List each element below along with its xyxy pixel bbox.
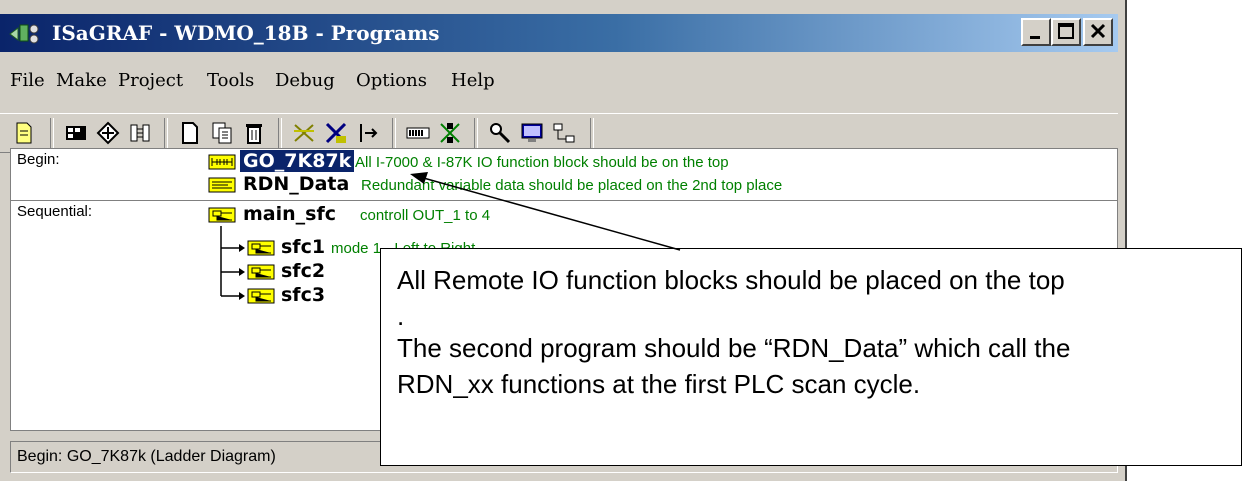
new-program-icon[interactable] [178,121,202,145]
toolbar-separator [278,118,282,150]
window-title: ISaGRAF - WDMO_18B - Programs [52,21,440,45]
delete-icon[interactable] [242,121,266,145]
debug-icon[interactable] [438,121,462,145]
section-sequential-label: Sequential: [17,203,93,220]
maximize-icon [1058,23,1074,39]
callout-line: The second program should be “RDN_Data” … [397,333,1071,363]
toolbar-separator [164,118,168,150]
copy-icon[interactable] [210,121,234,145]
tree-connector-lines [220,226,245,300]
app-icon [9,24,39,44]
maximize-button[interactable] [1051,18,1081,46]
network-icon[interactable] [552,121,576,145]
step-icon[interactable] [356,121,380,145]
sfc-program-icon [208,207,236,223]
st-program-icon [208,177,236,193]
status-text: Begin: GO_7K87k (Ladder Diagram) [17,448,276,465]
section-divider [11,200,1117,201]
dictionary-icon[interactable] [64,121,88,145]
compile-icon[interactable] [292,121,316,145]
callout-line: . [397,301,405,331]
verify-icon[interactable] [324,121,348,145]
toolbar-separator [474,118,478,150]
tools-icon[interactable] [488,121,512,145]
program-comment: controll OUT_1 to 4 [360,207,491,224]
new-file-icon[interactable] [12,121,36,145]
simulate-icon[interactable] [406,121,430,145]
program-comment: All I-7000 & I-87K IO function block sho… [355,154,729,171]
sfc-program-icon [247,240,275,256]
sfc-program-icon [247,288,275,304]
close-button[interactable] [1083,18,1113,46]
menu-project[interactable]: Project [118,70,183,91]
menu-debug[interactable]: Debug [275,70,335,91]
program-sfc2[interactable]: sfc2 [281,260,325,282]
toolbar-separator [590,118,594,150]
toolbar-separator [50,118,54,150]
menu-make[interactable]: Make [56,70,107,91]
menu-help[interactable]: Help [451,70,495,91]
callout-line: RDN_xx functions at the first PLC scan c… [397,369,921,399]
toolbar [0,113,1118,153]
menu-bar: File Make Project Tools Debug Options He… [0,66,1118,100]
program-main-sfc[interactable]: main_sfc [243,203,336,225]
program-comment: Redundant variable data should be placed… [361,177,783,194]
program-sfc1[interactable]: sfc1 [281,236,325,258]
monitor-icon[interactable] [520,121,544,145]
program-rdn-data[interactable]: RDN_Data [243,173,349,195]
ladder-diagram-icon [208,154,236,170]
minimize-icon [1030,36,1040,39]
program-sfc3[interactable]: sfc3 [281,284,325,306]
menu-file[interactable]: File [10,70,45,91]
link-icon[interactable] [96,121,120,145]
close-icon [1090,23,1106,39]
minimize-button[interactable] [1021,18,1051,46]
section-begin-label: Begin: [17,151,60,168]
menu-tools[interactable]: Tools [207,70,254,91]
toolbar-separator [392,118,396,150]
menu-options[interactable]: Options [356,70,427,91]
callout-line: All Remote IO function blocks should be … [397,265,1065,295]
io-connection-icon[interactable] [128,121,152,145]
program-go-7k87k[interactable]: GO_7K87k [240,150,355,172]
annotation-callout: All Remote IO function blocks should be … [380,248,1242,466]
sfc-program-icon [247,264,275,280]
title-bar[interactable]: ISaGRAF - WDMO_18B - Programs [0,14,1118,52]
